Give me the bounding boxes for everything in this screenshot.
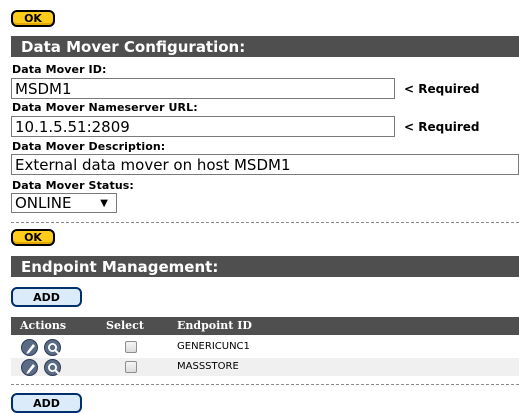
add-endpoint-button-top[interactable]: ADD [11, 287, 82, 307]
id-required-note: < Required [404, 82, 480, 96]
select-checkbox[interactable] [125, 341, 137, 353]
edit-icon[interactable] [21, 339, 38, 356]
description-input[interactable]: External data mover on host MSDM1 [11, 154, 519, 175]
column-endpoint-id: Endpoint ID [177, 319, 252, 332]
add-endpoint-button-bottom[interactable]: ADD [11, 393, 82, 413]
status-select[interactable]: ONLINE ▼ [11, 193, 117, 213]
id-label: Data Mover ID: [12, 63, 107, 76]
config-section-header: Data Mover Configuration: [11, 36, 519, 57]
view-icon[interactable] [44, 339, 61, 356]
endpoint-section-header: Endpoint Management: [11, 256, 519, 277]
divider [11, 384, 519, 385]
data-mover-id-input[interactable]: MSDM1 [11, 78, 395, 99]
table-row: MASSSTORE [11, 358, 519, 376]
chevron-down-icon: ▼ [100, 197, 108, 209]
divider [11, 222, 519, 223]
status-label: Data Mover Status: [12, 179, 134, 192]
ok-button-bottom[interactable]: OK [11, 229, 55, 246]
endpoint-table-header: Actions Select Endpoint ID [11, 317, 519, 335]
desc-label: Data Mover Description: [12, 140, 166, 153]
select-checkbox[interactable] [125, 361, 137, 373]
column-select: Select [106, 319, 144, 332]
url-required-note: < Required [404, 120, 480, 134]
view-icon[interactable] [44, 359, 61, 376]
edit-icon[interactable] [21, 359, 38, 376]
endpoint-id: MASSSTORE [177, 361, 239, 372]
ok-button-top[interactable]: OK [11, 10, 55, 27]
nameserver-url-input[interactable]: 10.1.5.51:2809 [11, 116, 395, 137]
status-value: ONLINE [15, 194, 72, 212]
table-row: GENERICUNC1 [11, 338, 519, 356]
column-actions: Actions [20, 319, 67, 332]
url-label: Data Mover Nameserver URL: [12, 101, 198, 114]
endpoint-id: GENERICUNC1 [177, 341, 250, 352]
